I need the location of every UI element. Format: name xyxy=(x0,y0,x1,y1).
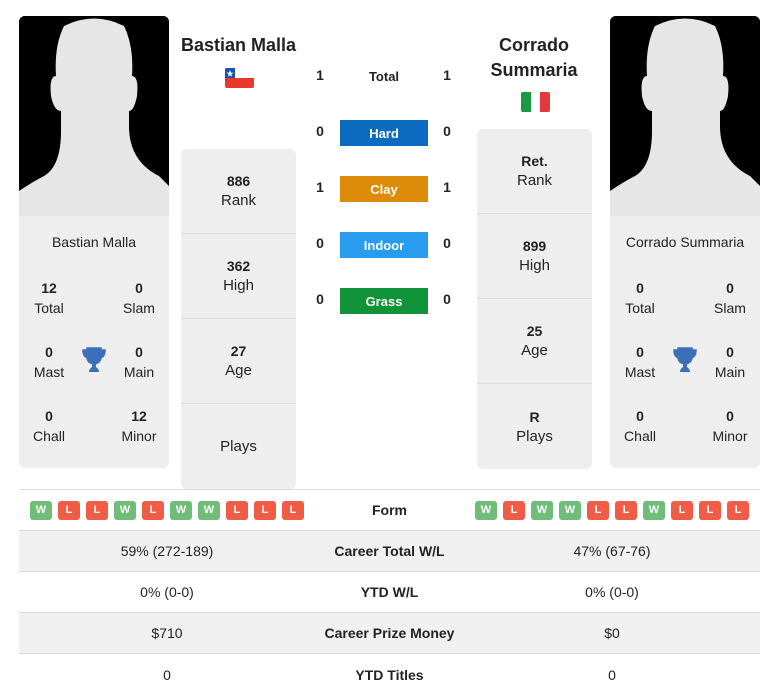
player1-titles-main: 0 Main xyxy=(123,344,155,380)
h2h-clay-p1: 1 xyxy=(316,179,324,195)
player2-career-wl: 47% (67-76) xyxy=(573,543,651,559)
player2-titles-main: 0 Main xyxy=(714,344,746,380)
form-loss-badge[interactable]: L xyxy=(226,500,248,520)
player2-rank-card: Ret. Rank 899 High 25 Age R Plays xyxy=(477,129,592,469)
trophy-icon xyxy=(82,347,106,372)
surface-clay-button[interactable]: Clay xyxy=(340,176,428,202)
h2h-indoor-p1: 0 xyxy=(316,235,324,251)
player1-titles-mast: 0 Mast xyxy=(33,344,65,380)
silhouette-icon xyxy=(19,16,169,216)
row-label: YTD Titles xyxy=(355,666,424,683)
player2-high: 899 High xyxy=(477,214,592,299)
player1-plays: Plays xyxy=(220,437,257,455)
player1-titles-minor: 12 Minor xyxy=(121,408,157,444)
player2-plays: R Plays xyxy=(516,408,553,445)
player2-titles-chall: 0 Chall xyxy=(624,408,656,444)
form-loss-badge[interactable]: L xyxy=(615,500,637,520)
form-win-badge[interactable]: W xyxy=(559,500,581,520)
h2h-total-label: Total xyxy=(368,69,400,84)
h2h-hard-p1: 0 xyxy=(316,123,324,139)
h2h-grass-p2: 0 xyxy=(443,291,451,307)
player2-photo xyxy=(610,16,760,216)
player1-photo xyxy=(19,16,169,216)
form-loss-badge[interactable]: L xyxy=(86,500,108,520)
h2h-clay-p2: 1 xyxy=(443,179,451,195)
player1-high: 362 High xyxy=(181,234,296,319)
form-loss-badge[interactable]: L xyxy=(699,500,721,520)
form-loss-badge[interactable]: L xyxy=(727,500,749,520)
player1-titles-slam: 0 Slam xyxy=(123,280,155,316)
player1-ytd-wl: 0% (0-0) xyxy=(140,584,194,600)
player1-ytd-titles: 0 xyxy=(163,666,171,683)
form-win-badge[interactable]: W xyxy=(198,500,220,520)
player1-rank: 886 Rank xyxy=(181,149,296,234)
player1-card-name: Bastian Malla xyxy=(51,234,137,250)
player2-titles-total: 0 Total xyxy=(625,280,655,316)
form-loss-badge[interactable]: L xyxy=(282,500,304,520)
player2-titles-mast: 0 Mast xyxy=(624,344,656,380)
table-row: $710 Career Prize Money $0 xyxy=(19,613,760,654)
trophy-icon xyxy=(673,347,697,372)
table-row: 59% (272-189) Career Total W/L 47% (67-7… xyxy=(19,531,760,572)
silhouette-icon xyxy=(610,16,760,216)
player2-titles-slam: 0 Slam xyxy=(714,280,746,316)
player2-card-name: Corrado Summaria xyxy=(625,234,745,250)
player2-titles-minor: 0 Minor xyxy=(712,408,748,444)
player1-titles-total: 12 Total xyxy=(34,280,64,316)
player1-titles-card: Bastian Malla 12 Total 0 Slam 0 Mast 0 Main … xyxy=(19,216,169,468)
player2-rank: Ret. Rank xyxy=(477,129,592,214)
italy-flag-icon xyxy=(521,92,550,112)
form-loss-badge[interactable]: L xyxy=(503,500,525,520)
player2-name-title[interactable]: Corrado Summaria xyxy=(470,33,598,83)
form-win-badge[interactable]: W xyxy=(170,500,192,520)
h2h-total-p2: 1 xyxy=(443,67,451,83)
comparison-table: WLLWLWWLLL Form WLWWLLWLLL 59% (272-189)… xyxy=(19,489,760,695)
surface-indoor-button[interactable]: Indoor xyxy=(340,232,428,258)
player2-ytd-titles: 0 xyxy=(608,666,616,683)
player1-age: 27 Age xyxy=(181,319,296,404)
table-row: 0 YTD Titles 0 xyxy=(19,654,760,695)
form-loss-badge[interactable]: L xyxy=(58,500,80,520)
row-label: Career Total W/L xyxy=(334,543,445,559)
form-loss-badge[interactable]: L xyxy=(142,500,164,520)
form-win-badge[interactable]: W xyxy=(114,500,136,520)
player2-titles-card: Corrado Summaria 0 Total 0 Slam 0 Mast 0 Mai… xyxy=(610,216,760,468)
table-row: 0% (0-0) YTD W/L 0% (0-0) xyxy=(19,572,760,613)
player2-prize-money: $0 xyxy=(604,625,620,641)
player1-prize-money: $710 xyxy=(151,625,183,641)
h2h-grass-p1: 0 xyxy=(316,291,324,307)
form-win-badge[interactable]: W xyxy=(531,500,553,520)
h2h-hard-p2: 0 xyxy=(443,123,451,139)
form-win-badge[interactable]: W xyxy=(30,500,52,520)
row-label: YTD W/L xyxy=(360,584,419,600)
form-row: WLLWLWWLLL Form WLWWLLWLLL xyxy=(19,490,760,531)
row-label: Career Prize Money xyxy=(324,625,455,641)
surface-grass-button[interactable]: Grass xyxy=(340,288,428,314)
h2h-total-p1: 1 xyxy=(316,67,324,83)
form-win-badge[interactable]: W xyxy=(643,500,665,520)
player1-form: WLLWLWWLLL xyxy=(19,500,315,520)
player1-career-wl: 59% (272-189) xyxy=(120,543,214,559)
surface-hard-button[interactable]: Hard xyxy=(340,120,428,146)
form-label: Form xyxy=(372,502,407,518)
chile-flag-icon xyxy=(225,68,254,88)
form-loss-badge[interactable]: L xyxy=(254,500,276,520)
form-loss-badge[interactable]: L xyxy=(587,500,609,520)
player1-titles-chall: 0 Chall xyxy=(33,408,65,444)
player1-rank-card: 886 Rank 362 High 27 Age Plays xyxy=(181,149,296,489)
form-win-badge[interactable]: W xyxy=(475,500,497,520)
h2h-indoor-p2: 0 xyxy=(443,235,451,251)
form-loss-badge[interactable]: L xyxy=(671,500,693,520)
player2-form: WLWWLLWLLL xyxy=(464,500,760,520)
player1-name-title[interactable]: Bastian Malla xyxy=(172,33,305,58)
player2-age: 25 Age xyxy=(477,299,592,384)
player2-ytd-wl: 0% (0-0) xyxy=(585,584,639,600)
